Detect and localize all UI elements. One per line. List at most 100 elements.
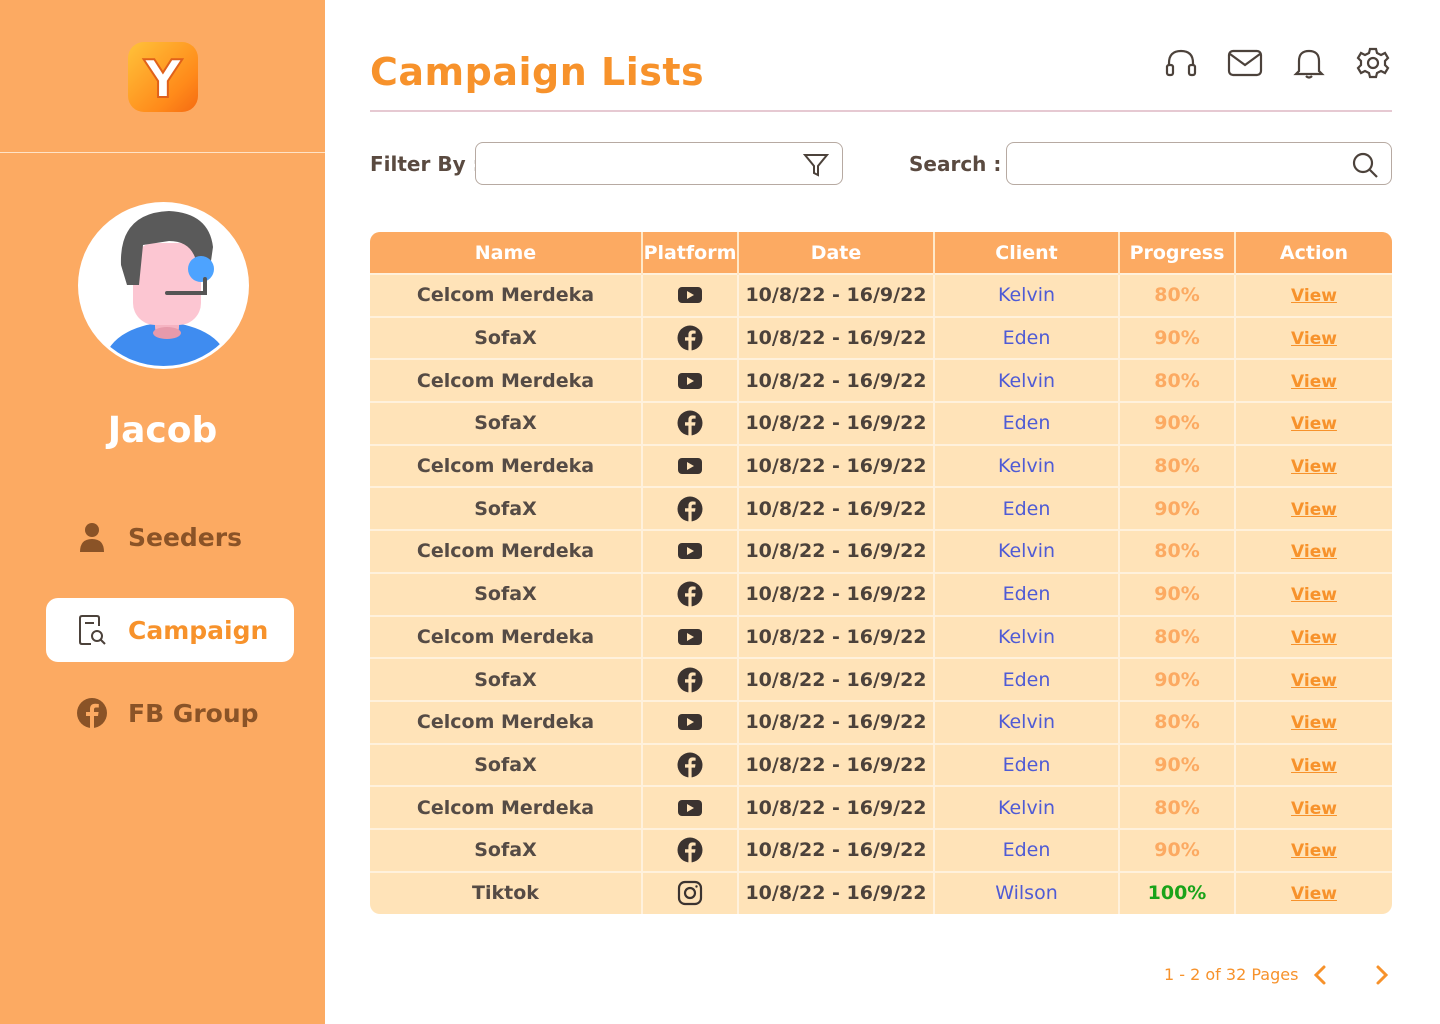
gear-icon[interactable] (1354, 44, 1392, 82)
facebook-icon (76, 697, 108, 729)
sidebar-item-fb-group[interactable]: FB Group (46, 681, 294, 745)
user-name: Jacob (107, 410, 218, 451)
view-link[interactable]: View (1291, 671, 1337, 691)
cell-date: 10/8/22 - 16/9/22 (738, 699, 935, 744)
avatar[interactable] (78, 202, 249, 369)
filter-dropdown[interactable] (475, 142, 843, 185)
search-box[interactable] (1006, 142, 1392, 185)
cell-action: View (1235, 827, 1392, 872)
cell-platform (642, 827, 739, 872)
view-link[interactable]: View (1291, 286, 1337, 306)
search-input[interactable] (1007, 143, 1391, 184)
view-link[interactable]: View (1291, 799, 1337, 819)
headset-icon[interactable] (1162, 44, 1200, 82)
table-row[interactable]: Celcom Merdeka 10/8/22 - 16/9/22 Kelvin 80%… (370, 443, 1392, 488)
cell-date: 10/8/22 - 16/9/22 (738, 273, 935, 317)
sidebar-item-seeders[interactable]: Seeders (46, 505, 294, 569)
cell-date: 10/8/22 - 16/9/22 (738, 401, 935, 445)
table-row[interactable]: SofaX 10/8/22 - 16/9/22 Eden 90% View (370, 315, 1392, 360)
cell-action: View (1235, 699, 1392, 744)
table-row[interactable]: Celcom Merdeka 10/8/22 - 16/9/22 Kelvin 80%… (370, 785, 1392, 829)
search-icon[interactable] (1351, 151, 1379, 179)
cell-client: Eden (934, 657, 1120, 701)
mail-icon[interactable] (1226, 44, 1264, 82)
cell-platform (642, 657, 739, 701)
cell-progress: 80% (1119, 529, 1236, 573)
view-link[interactable]: View (1291, 841, 1337, 861)
view-link[interactable]: View (1291, 500, 1337, 520)
cell-action: View (1235, 443, 1392, 488)
chevron-right-icon[interactable] (1368, 962, 1394, 988)
view-link[interactable]: View (1291, 457, 1337, 477)
facebook-icon (676, 581, 704, 607)
cell-platform (642, 785, 739, 829)
cell-date: 10/8/22 - 16/9/22 (738, 785, 935, 829)
page-title: Campaign Lists (370, 50, 705, 94)
cell-name: SofaX (370, 827, 643, 872)
cell-date: 10/8/22 - 16/9/22 (738, 870, 935, 914)
column-header-date[interactable]: Date (738, 232, 935, 274)
view-link[interactable]: View (1291, 585, 1337, 605)
view-link[interactable]: View (1291, 628, 1337, 648)
filter-funnel-icon[interactable] (802, 151, 830, 179)
cell-action: View (1235, 571, 1392, 616)
cell-action: View (1235, 315, 1392, 360)
cell-date: 10/8/22 - 16/9/22 (738, 529, 935, 573)
cell-name: Celcom Merdeka (370, 443, 643, 488)
cell-platform (642, 870, 739, 914)
table-row[interactable]: SofaX 10/8/22 - 16/9/22 Eden 90% View (370, 742, 1392, 787)
cell-name: Celcom Merdeka (370, 699, 643, 744)
table-row[interactable]: Celcom Merdeka 10/8/22 - 16/9/22 Kelvin 80%… (370, 699, 1392, 744)
cell-client: Kelvin (934, 785, 1120, 829)
cell-name: Celcom Merdeka (370, 614, 643, 659)
cell-date: 10/8/22 - 16/9/22 (738, 571, 935, 616)
column-header-client[interactable]: Client (934, 232, 1120, 274)
filter-input[interactable] (476, 143, 842, 184)
column-header-action[interactable]: Action (1235, 232, 1392, 274)
cell-name: SofaX (370, 486, 643, 531)
table-row[interactable]: Celcom Merdeka 10/8/22 - 16/9/22 Kelvin 80%… (370, 273, 1392, 317)
cell-client: Eden (934, 827, 1120, 872)
view-link[interactable]: View (1291, 756, 1337, 776)
app-logo[interactable]: Y (128, 42, 198, 112)
sidebar: Y Jacob Seeders Campaign FB Group (0, 0, 325, 1024)
cell-date: 10/8/22 - 16/9/22 (738, 443, 935, 488)
cell-platform (642, 443, 739, 488)
view-link[interactable]: View (1291, 542, 1337, 562)
bell-icon[interactable] (1290, 44, 1328, 82)
youtube-icon (676, 369, 704, 391)
cell-platform (642, 273, 739, 317)
facebook-icon (676, 837, 704, 863)
table-row[interactable]: Tiktok 10/8/22 - 16/9/22 Wilson 100% View (370, 870, 1392, 914)
facebook-icon (676, 752, 704, 778)
view-link[interactable]: View (1291, 329, 1337, 349)
table-row[interactable]: SofaX 10/8/22 - 16/9/22 Eden 90% View (370, 486, 1392, 531)
table-row[interactable]: Celcom Merdeka 10/8/22 - 16/9/22 Kelvin 80%… (370, 529, 1392, 573)
cell-progress: 90% (1119, 742, 1236, 787)
cell-action: View (1235, 870, 1392, 914)
view-link[interactable]: View (1291, 372, 1337, 392)
column-header-progress[interactable]: Progress (1119, 232, 1236, 274)
table-row[interactable]: SofaX 10/8/22 - 16/9/22 Eden 90% View (370, 657, 1392, 701)
table-row[interactable]: Celcom Merdeka 10/8/22 - 16/9/22 Kelvin 80%… (370, 358, 1392, 403)
table-body: Celcom Merdeka 10/8/22 - 16/9/22 Kelvin 80%… (370, 273, 1392, 914)
table-row[interactable]: SofaX 10/8/22 - 16/9/22 Eden 90% View (370, 571, 1392, 616)
cell-client: Kelvin (934, 273, 1120, 317)
table-row[interactable]: SofaX 10/8/22 - 16/9/22 Eden 90% View (370, 827, 1392, 872)
view-link[interactable]: View (1291, 713, 1337, 733)
view-link[interactable]: View (1291, 884, 1337, 904)
column-header-name[interactable]: Name (370, 232, 643, 274)
cell-client: Eden (934, 486, 1120, 531)
campaign-table: Name Platform Date Client Progress Actio… (370, 232, 1392, 914)
facebook-icon (676, 496, 704, 522)
table-row[interactable]: SofaX 10/8/22 - 16/9/22 Eden 90% View (370, 401, 1392, 445)
cell-client: Wilson (934, 870, 1120, 914)
cell-progress: 80% (1119, 443, 1236, 488)
sidebar-item-campaign[interactable]: Campaign (46, 598, 294, 662)
chevron-left-icon[interactable] (1308, 962, 1334, 988)
table-row[interactable]: Celcom Merdeka 10/8/22 - 16/9/22 Kelvin 80%… (370, 614, 1392, 659)
view-link[interactable]: View (1291, 414, 1337, 434)
column-header-platform[interactable]: Platform (642, 232, 739, 274)
logo-letter: Y (143, 50, 183, 110)
cell-client: Kelvin (934, 529, 1120, 573)
